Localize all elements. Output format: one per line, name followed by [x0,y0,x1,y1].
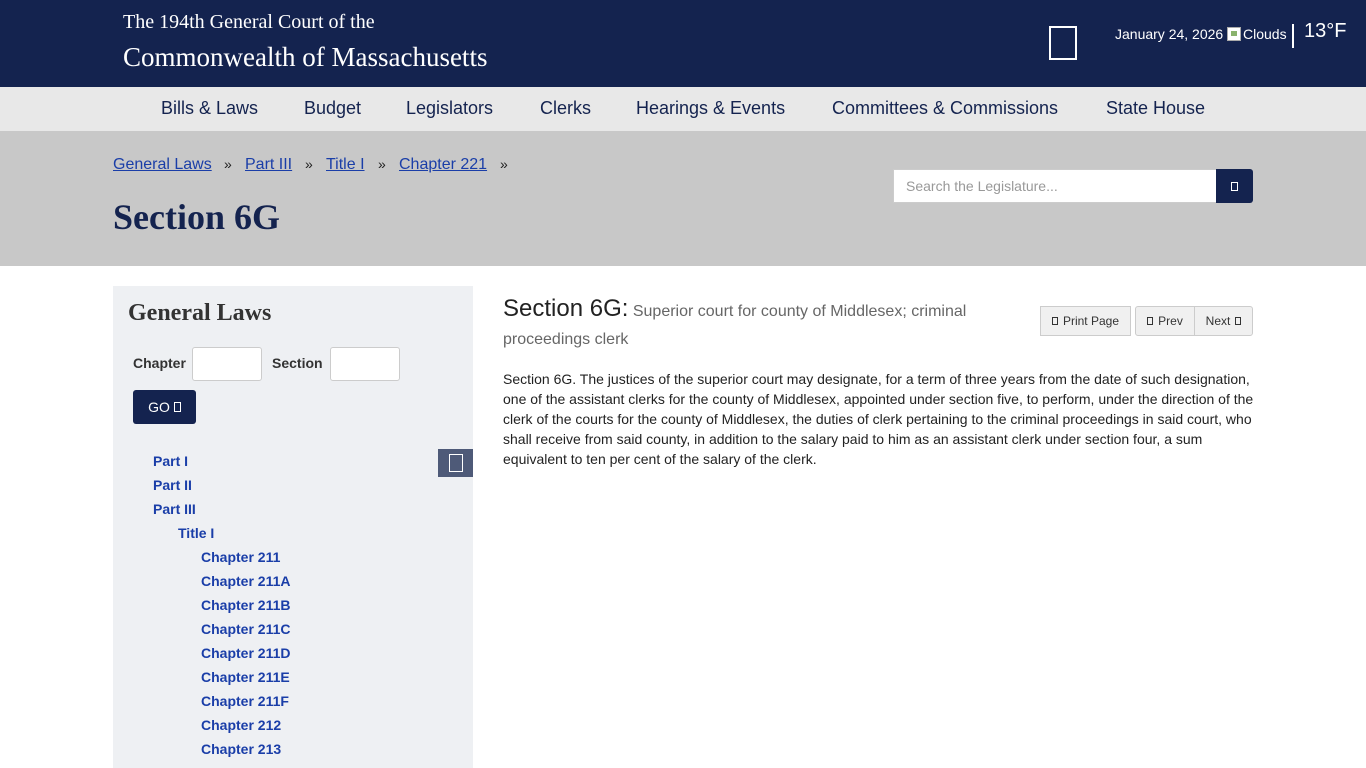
menu-icon[interactable] [1049,26,1077,60]
go-button-label: GO [148,399,170,415]
tree-chapter[interactable]: Chapter 211E [201,669,290,685]
general-laws-sidebar: General Laws Chapter Section GO Part I P… [113,286,473,768]
chapter-label: Chapter [133,355,186,371]
chevron-right-icon [1235,317,1242,325]
arrow-icon [173,402,181,412]
section-heading: Section 6G: Superior court for county of… [503,295,1013,354]
site-header: The 194th General Court of the Commonwea… [0,0,1366,87]
section-number: Section 6G: [503,295,629,322]
tree-chapter[interactable]: Chapter 211B [201,597,290,613]
header-divider [1292,24,1294,48]
chapter-field[interactable] [192,347,262,381]
section-label: Section [272,355,323,371]
tree-chapter[interactable]: Chapter 211A [201,573,290,589]
print-page-button[interactable]: Print Page [1040,306,1131,336]
breadcrumb-separator: » [500,156,508,172]
tree-part-i[interactable]: Part I [153,453,188,469]
breadcrumb-chapter[interactable]: Chapter 221 [399,156,487,174]
print-page-label: Print Page [1062,314,1120,328]
tree-chapter[interactable]: Chapter 211F [201,693,289,709]
nav-state-house[interactable]: State House [1106,98,1205,119]
weather-alt-text: Clouds [1243,26,1287,42]
court-title-line1[interactable]: The 194th General Court of the [123,11,375,34]
breadcrumb-title[interactable]: Title I [326,156,365,174]
tree-chapter[interactable]: Chapter 211C [201,621,290,637]
go-button[interactable]: GO [133,390,196,424]
search-icon [1231,181,1238,191]
main-nav: Bills & Laws Budget Legislators Clerks H… [0,87,1366,131]
section-field[interactable] [330,347,400,381]
print-icon [1051,317,1058,325]
tree-part-iii[interactable]: Part III [153,501,196,517]
section-body-text: Section 6G. The justices of the superior… [503,371,1254,467]
nav-bills-laws[interactable]: Bills & Laws [161,98,258,119]
prev-label: Prev [1158,314,1183,328]
breadcrumb-general-laws[interactable]: General Laws [113,156,212,174]
tree-title-i[interactable]: Title I [178,525,214,541]
sidebar-title: General Laws [128,300,272,326]
tree-chapter[interactable]: Chapter 213 [201,741,281,757]
chevron-left-icon [1147,317,1154,325]
current-date: January 24, 2026 [1115,26,1224,42]
tree-chapter[interactable]: Chapter 211D [201,645,290,661]
weather-image: Clouds [1227,26,1287,42]
tree-chapter[interactable]: Chapter 212 [201,717,281,733]
prev-button[interactable]: Prev [1135,306,1195,336]
court-title-line2[interactable]: Commonwealth of Massachusetts [123,42,487,73]
collapse-tree-button[interactable] [438,449,473,477]
next-label: Next [1205,314,1231,328]
breadcrumb-separator: » [378,156,386,172]
nav-clerks[interactable]: Clerks [540,98,591,119]
breadcrumb-separator: » [305,156,313,172]
nav-legislators[interactable]: Legislators [406,98,493,119]
search-input[interactable] [893,169,1217,203]
next-button[interactable]: Next [1194,306,1253,336]
tree-part-ii[interactable]: Part II [153,477,192,493]
nav-hearings-events[interactable]: Hearings & Events [636,98,785,119]
page-header-band: General Laws » Part III » Title I » Chap… [0,131,1366,266]
nav-committees-commissions[interactable]: Committees & Commissions [832,98,1058,119]
search-button[interactable] [1216,169,1253,203]
tree-chapter[interactable]: Chapter 211 [201,549,280,565]
broken-image-icon [1227,27,1241,41]
temperature: 13°F [1304,20,1347,42]
page-title: Section 6G [113,197,280,237]
breadcrumb-part[interactable]: Part III [245,156,292,174]
collapse-icon [448,454,463,472]
nav-budget[interactable]: Budget [304,98,361,119]
breadcrumb-separator: » [224,156,232,172]
